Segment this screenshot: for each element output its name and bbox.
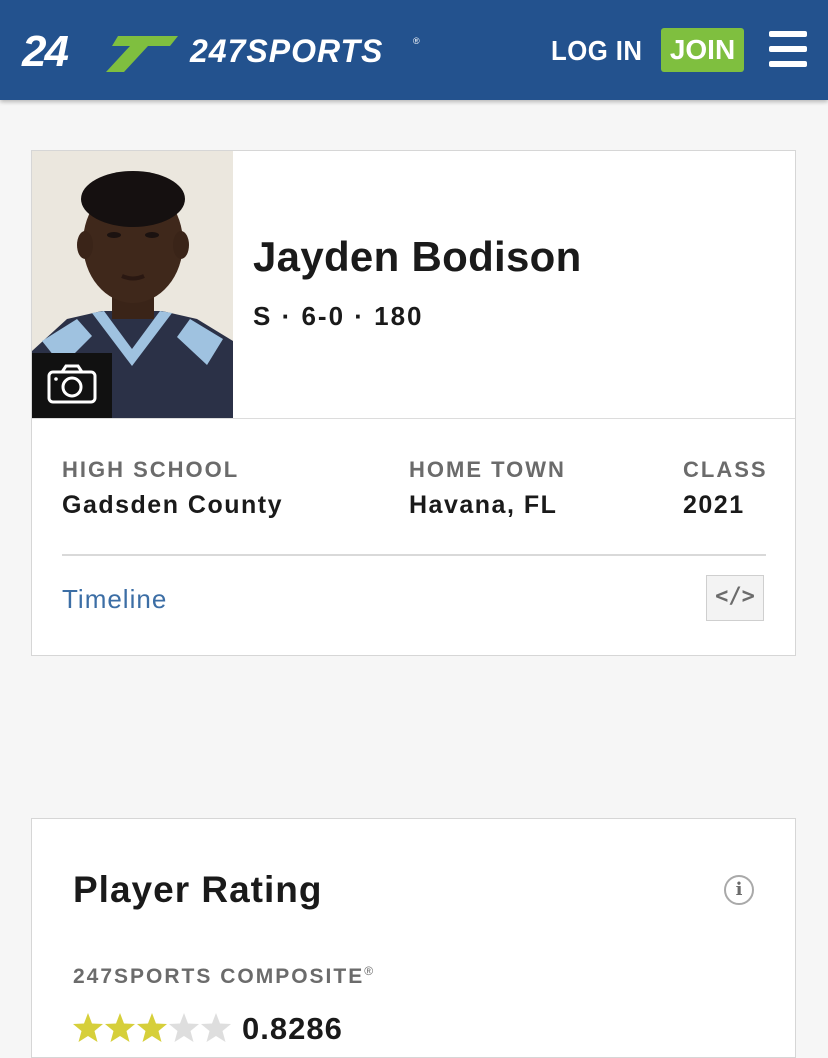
- registered-mark: ®: [364, 964, 376, 978]
- home-town-value: Havana, FL: [409, 491, 558, 519]
- star-filled-icon: [73, 1013, 103, 1042]
- info-icon[interactable]: i: [724, 875, 754, 905]
- camera-icon: [47, 364, 97, 404]
- logo-wordmark: 247SPORTS: [189, 33, 383, 69]
- star-empty-icon: [169, 1013, 199, 1042]
- log-in-link[interactable]: LOG IN: [551, 33, 642, 69]
- code-icon: </>: [715, 584, 755, 609]
- high-school-label: HIGH SCHOOL: [62, 457, 240, 482]
- player-rating-title: Player Rating: [73, 869, 323, 910]
- 247sports-logo[interactable]: 24 247SPORTS ®: [20, 28, 420, 74]
- divider: [62, 554, 766, 556]
- star-filled-icon: [137, 1013, 167, 1042]
- star-filled-icon: [105, 1013, 135, 1042]
- player-rating-card: Player Rating i 247SPORTS COMPOSITE® 0.8…: [31, 818, 796, 1058]
- star-empty-icon: [201, 1013, 231, 1042]
- player-name: Jayden Bodison: [253, 233, 582, 280]
- join-button[interactable]: JOIN: [661, 28, 744, 72]
- class-value: 2021: [683, 491, 745, 519]
- svg-text:24: 24: [21, 28, 68, 74]
- composite-label-text: 247SPORTS COMPOSITE: [73, 965, 365, 988]
- player-profile-card: Jayden Bodison S · 6-0 · 180 HIGH SCHOOL…: [31, 150, 796, 656]
- divider: [32, 418, 795, 419]
- composite-score: 0.8286: [242, 1011, 343, 1046]
- top-navigation-bar: 24 247SPORTS ® LOG IN JOIN: [0, 0, 828, 100]
- star-rating: [72, 1012, 232, 1046]
- timeline-link[interactable]: Timeline: [62, 584, 167, 615]
- player-photo[interactable]: [32, 151, 233, 418]
- high-school-value[interactable]: Gadsden County: [62, 491, 283, 520]
- hamburger-menu-icon[interactable]: [769, 31, 807, 67]
- home-town-label: HOME TOWN: [409, 457, 566, 482]
- class-label: CLASS: [683, 457, 768, 482]
- svg-text:®: ®: [413, 36, 420, 46]
- player-vitals: S · 6-0 · 180: [253, 301, 424, 331]
- composite-rating-label: 247SPORTS COMPOSITE®: [73, 964, 375, 989]
- embed-code-button[interactable]: </>: [706, 575, 764, 621]
- photo-gallery-button[interactable]: [32, 353, 112, 418]
